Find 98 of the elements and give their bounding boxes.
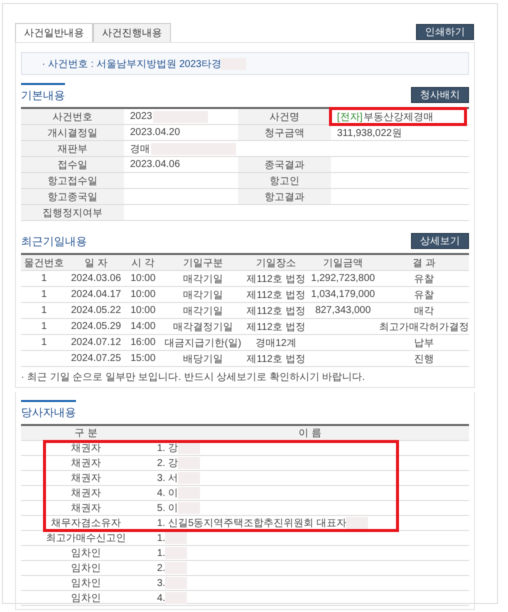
table-cell-text: 제112호 법정 [246, 352, 306, 366]
name-text: 1. 신길5동지역주택조합추진위원회 대표자 [157, 517, 346, 530]
table-cell-text: 유찰 [413, 288, 435, 302]
name-text: 2. 강 [157, 457, 178, 470]
column-header: 구 분 [74, 427, 98, 440]
field-label: 사건번호 [21, 109, 124, 124]
table-cell-text: 1 [40, 288, 48, 302]
column-header: 물건번호 [23, 256, 65, 270]
name-text: 1. [157, 548, 166, 558]
table-cell-text: 제112호 법정 [246, 288, 306, 302]
section-title: 최근기일내용 [21, 235, 87, 249]
column-header: 일 자 [84, 256, 108, 270]
role-cell-text: 채권자 [70, 457, 102, 470]
table-cell-text: 2024.03.06 [70, 272, 122, 286]
table-cell-text: 최고가매각허가결정 [379, 320, 469, 334]
field-label: 항고인 [238, 173, 331, 188]
role-cell-text: 채권자 [70, 502, 102, 515]
table-cell-text: 유찰 [413, 272, 435, 286]
field-label: 항고종국일 [21, 189, 124, 204]
name-text: 3. [157, 578, 166, 588]
field-label: 집행정지여부 [21, 205, 124, 220]
table-cell-text: 2024.07.25 [70, 352, 122, 366]
field-label: 접수일 [21, 157, 124, 172]
field-label: 사건명 [238, 109, 331, 124]
case-number-text: · 사건번호 : 서울남부지방법원 2023타경 [42, 58, 222, 70]
table-cell-text: 2024.07.12 [70, 336, 122, 350]
name-text: 3. 서 [157, 472, 178, 485]
value-text: 부동산강제경매 [364, 110, 434, 124]
value-text: 2023 [130, 111, 152, 122]
name-text: 5. 이 [157, 502, 178, 515]
table-cell-text: 15:00 [129, 352, 157, 366]
name-text: 4. 이 [157, 487, 178, 500]
value-text: 311,938,022원 [337, 126, 402, 140]
field-label: 항고결과 [238, 189, 331, 204]
value-text: 2023.04.06 [130, 159, 180, 170]
tag-label: [전자] [337, 110, 363, 124]
table-cell-text: 매각기일 [182, 272, 224, 286]
table-cell-text: 경매12계 [254, 336, 298, 350]
details-button[interactable]: 상세보기 [411, 233, 469, 249]
section-title: 기본내용 [21, 83, 65, 103]
layout-button[interactable]: 청사배치 [411, 87, 469, 103]
column-header: 기일장소 [255, 256, 297, 270]
table-cell-text: 매각기일 [182, 288, 224, 302]
section-title: 당사자내용 [21, 400, 76, 420]
role-cell-text: 채권자 [70, 472, 102, 485]
table-cell-text: 매각기일 [182, 304, 224, 318]
table-cell-text: 1 [40, 272, 48, 286]
table-cell-text: 16:00 [129, 336, 157, 350]
table-cell-text: 2024.05.22 [70, 304, 122, 318]
role-cell-text: 채권자 [70, 442, 102, 455]
field-label: 개시결정일 [21, 125, 124, 140]
notice-text: · 최근 기일 순으로 일부만 보입니다. 반드시 상세보기로 확인하시기 바랍니다. [21, 371, 366, 384]
table-cell-text: 10:00 [129, 288, 157, 302]
role-cell-text: 임차인 [70, 562, 102, 575]
table-cell-text: 제112호 법정 [246, 272, 306, 286]
table-cell-text: 제112호 법정 [246, 304, 306, 318]
table-cell-text: 1 [40, 336, 48, 350]
table-cell-text: 2024.05.29 [70, 320, 122, 334]
role-cell-text: 임차인 [70, 592, 102, 605]
field-label: 종국결과 [238, 157, 331, 172]
table-cell-text: 매각 [413, 304, 435, 318]
field-label: 재판부 [21, 141, 124, 156]
role-cell-text: 채무자겸소유자 [50, 517, 122, 530]
role-cell-text: 채권자 [70, 487, 102, 500]
field-label: 항고접수일 [21, 173, 124, 188]
column-header: 시 각 [130, 256, 156, 270]
tab[interactable]: 사건일반내용 [15, 23, 93, 43]
table-cell-text: 1,292,723,800 [310, 272, 376, 286]
column-header: 결 과 [412, 256, 436, 270]
name-text: 2. [157, 562, 166, 574]
role-cell-text: 임차인 [70, 547, 102, 560]
table-cell-text: 제112호 법정 [246, 320, 306, 334]
column-header: 이 름 [298, 427, 322, 440]
table-cell-text: 대금지급기한(일) [164, 336, 242, 350]
role-cell-text: 임차인 [70, 577, 102, 590]
column-header: 기일금액 [322, 256, 364, 270]
table-cell-text: 1 [40, 304, 48, 318]
table-cell-text: 10:00 [129, 304, 157, 318]
table-cell-text: 10:00 [129, 272, 157, 286]
table-cell-text: 매각결정기일 [172, 320, 234, 334]
column-header: 기일구분 [182, 256, 224, 270]
value-text: 2023.04.20 [130, 127, 180, 138]
tab[interactable]: 사건진행내용 [93, 23, 171, 43]
role-cell-text: 최고가매수신고인 [45, 532, 127, 545]
name-text: 1. 강 [157, 442, 178, 455]
name-text: 4. [157, 592, 166, 604]
table-cell-text: 배당기일 [182, 352, 224, 366]
value-text: 경매 [130, 142, 150, 156]
print-button[interactable]: 인쇄하기 [416, 24, 474, 40]
table-cell-text: 1,034,179,000 [310, 288, 376, 302]
table-cell-text: 1 [40, 320, 48, 334]
table-cell-text: 827,343,000 [314, 304, 372, 318]
table-cell-text: 납부 [413, 336, 435, 350]
field-label: 청구금액 [238, 125, 331, 140]
table-cell-text: 2024.04.17 [70, 288, 122, 302]
table-cell-text: 진행 [413, 352, 435, 366]
name-text: 1. [157, 532, 166, 544]
table-cell-text: 14:00 [129, 320, 157, 334]
